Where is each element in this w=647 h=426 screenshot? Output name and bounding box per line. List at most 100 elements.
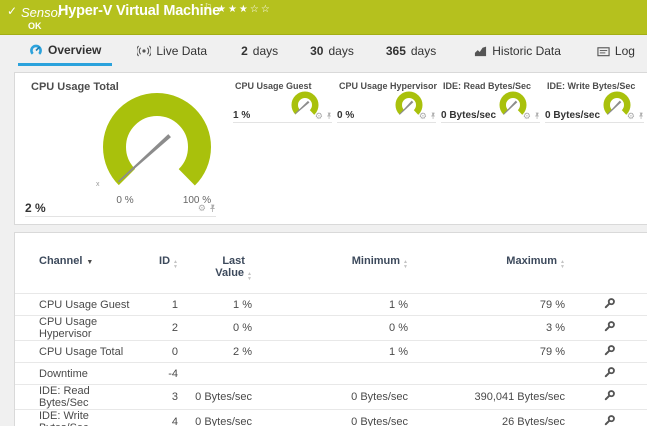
- channel-maximum: 79 %: [408, 340, 565, 363]
- table-row: CPU Usage Guest 1 1 % 1 % 79 %: [15, 293, 647, 316]
- channel-minimum: 1 %: [252, 340, 408, 363]
- table-row: CPU Usage Hypervisor 2 0 % 0 % 3 %: [15, 315, 647, 341]
- gauge-value: 2 %: [25, 201, 46, 215]
- tab-30-days[interactable]: 30 days: [299, 36, 365, 66]
- channel-minimum: 0 %: [252, 315, 408, 341]
- pin-icon[interactable]: [430, 112, 436, 120]
- tab-overview[interactable]: Overview: [18, 36, 113, 66]
- column-header-id[interactable]: ID ▲ ▼: [130, 233, 178, 294]
- gauge-value-row: 0 Bytes/sec ⚙: [545, 110, 644, 123]
- gauge-value-row: 1 % ⚙: [233, 110, 332, 123]
- gauge-tile-cpu-usage-hypervisor: CPU Usage Hypervisor 0 % ⚙: [335, 79, 438, 131]
- channel-last-value: [178, 362, 252, 385]
- channel-maximum: 26 Bytes/sec: [408, 409, 565, 426]
- tab-label: days: [328, 44, 354, 58]
- pin-icon[interactable]: [534, 112, 540, 120]
- pin-icon[interactable]: [209, 204, 216, 213]
- channel-id: 2: [130, 315, 178, 341]
- channel-minimum: 1 %: [252, 293, 408, 316]
- tab-2-days[interactable]: 2 days: [230, 36, 289, 66]
- tab-number: 30: [310, 44, 324, 58]
- gauge-value: 0 Bytes/sec: [441, 110, 497, 121]
- gauge-value-row: 2 % ⚙: [25, 201, 216, 217]
- channel-id: 0: [130, 340, 178, 363]
- channel-minimum: 0 Bytes/sec: [252, 384, 408, 410]
- channel-minimum: [252, 362, 408, 385]
- pin-icon[interactable]: [326, 112, 332, 120]
- sort-toggle-icon: ▲ ▼: [403, 259, 408, 270]
- pin-icon[interactable]: [638, 112, 644, 120]
- gauge-value: 0 %: [337, 110, 355, 121]
- tab-label: Overview: [48, 42, 102, 57]
- gauge-tile-ide-read: IDE: Read Bytes/Sec 0 Bytes/sec ⚙: [439, 79, 542, 131]
- log-list-icon: [597, 46, 610, 56]
- channel-settings-gear-icon[interactable]: ⚙: [419, 111, 427, 121]
- gauge-tile-ide-write: IDE: Write Bytes/Sec 0 Bytes/sec ⚙: [543, 79, 646, 131]
- sort-toggle-icon: ▲ ▼: [560, 259, 565, 270]
- channel-table: Channel ▼ ID ▲ ▼ Last Value ▲ ▼ Minimum ▲ ▼ Max…: [15, 233, 647, 426]
- gauge-value: 0 Bytes/sec: [545, 110, 601, 121]
- edit-channel-wrench-icon[interactable]: [603, 297, 616, 313]
- tab-live-data[interactable]: Live Data: [126, 36, 218, 66]
- channel-minimum: 0 Bytes/sec: [252, 409, 408, 426]
- channel-name: CPU Usage Total: [15, 340, 130, 363]
- channel-id: -4: [130, 362, 178, 385]
- edit-channel-wrench-icon[interactable]: [603, 414, 616, 426]
- primary-gauge-chart: [103, 93, 211, 201]
- edit-channel-wrench-icon[interactable]: [603, 366, 616, 382]
- tab-historic-data[interactable]: Historic Data: [463, 36, 572, 66]
- bar-chart-icon: [475, 46, 487, 56]
- column-header-maximum[interactable]: Maximum ▲ ▼: [408, 233, 565, 294]
- channel-id: 1: [130, 293, 178, 316]
- channel-maximum: 79 %: [408, 293, 565, 316]
- gauge-value-row: 0 Bytes/sec ⚙: [441, 110, 540, 123]
- channel-name: IDE: Read Bytes/Sec: [15, 384, 130, 410]
- channel-id: 4: [130, 409, 178, 426]
- sensor-status-badge: OK: [28, 21, 42, 31]
- gauge-value-row: 0 % ⚙: [337, 110, 436, 123]
- sort-toggle-icon: ▲ ▼: [247, 271, 252, 282]
- tab-label: Historic Data: [492, 44, 561, 58]
- edit-channel-wrench-icon[interactable]: [603, 344, 616, 360]
- channel-last-value: 0 Bytes/sec: [178, 384, 252, 410]
- channel-name: CPU Usage Guest: [15, 293, 130, 316]
- status-ok-check-icon: ✓: [7, 4, 18, 18]
- live-data-icon: [137, 45, 152, 57]
- gauge-icon: [30, 44, 42, 56]
- tab-365-days[interactable]: 365 days: [375, 36, 447, 66]
- channel-name: CPU Usage Hypervisor: [15, 315, 130, 341]
- tab-label: days: [410, 44, 437, 58]
- priority-stars[interactable]: ★★★☆☆: [217, 4, 272, 15]
- channel-name: IDE: Write Bytes/Sec: [15, 409, 130, 426]
- channel-settings-gear-icon[interactable]: ⚙: [315, 111, 323, 121]
- tab-label: Log: [614, 44, 635, 58]
- table-header-row: Channel ▼ ID ▲ ▼ Last Value ▲ ▼ Minimum ▲ ▼ Max…: [15, 233, 647, 294]
- tab-number: 2: [241, 44, 248, 58]
- channel-last-value: 0 Bytes/sec: [178, 409, 252, 426]
- column-header-last-value[interactable]: Last Value ▲ ▼: [178, 233, 252, 294]
- gauges-panel: CPU Usage Total x 0 % 100 % 2 % ⚙ CPU Us…: [14, 72, 647, 225]
- gauge-tile-cpu-usage-total: CPU Usage Total x 0 % 100 % 2 % ⚙: [15, 73, 230, 223]
- sort-desc-icon: ▼: [86, 259, 94, 266]
- gauge-tile-cpu-usage-guest: CPU Usage Guest 1 % ⚙: [231, 79, 334, 131]
- edit-channel-wrench-icon[interactable]: [603, 389, 616, 405]
- channel-name: Downtime: [15, 362, 130, 385]
- channel-table-panel: Channel ▼ ID ▲ ▼ Last Value ▲ ▼ Minimum ▲ ▼ Max…: [14, 232, 647, 426]
- tab-log[interactable]: Log: [586, 36, 646, 66]
- channel-maximum: [408, 362, 565, 385]
- table-row: IDE: Write Bytes/Sec 4 0 Bytes/sec 0 Byt…: [15, 409, 647, 426]
- channel-settings-gear-icon[interactable]: ⚙: [523, 111, 531, 121]
- sensor-title: Hyper-V Virtual Machine: [58, 3, 220, 19]
- channel-settings-gear-icon[interactable]: ⚙: [198, 204, 206, 213]
- channel-last-value: 1 %: [178, 293, 252, 316]
- gauge-tick-mark: x: [96, 181, 100, 188]
- tab-label: days: [252, 44, 279, 58]
- priority-flag-icon[interactable]: ⚐: [204, 2, 212, 13]
- table-row: CPU Usage Total 0 2 % 1 % 79 %: [15, 340, 647, 363]
- channel-settings-gear-icon[interactable]: ⚙: [627, 111, 635, 121]
- column-header-channel[interactable]: Channel ▼: [15, 233, 130, 294]
- edit-channel-wrench-icon[interactable]: [603, 320, 616, 336]
- tab-label: Live Data: [156, 44, 208, 58]
- column-header-minimum[interactable]: Minimum ▲ ▼: [252, 233, 408, 294]
- channel-id: 3: [130, 384, 178, 410]
